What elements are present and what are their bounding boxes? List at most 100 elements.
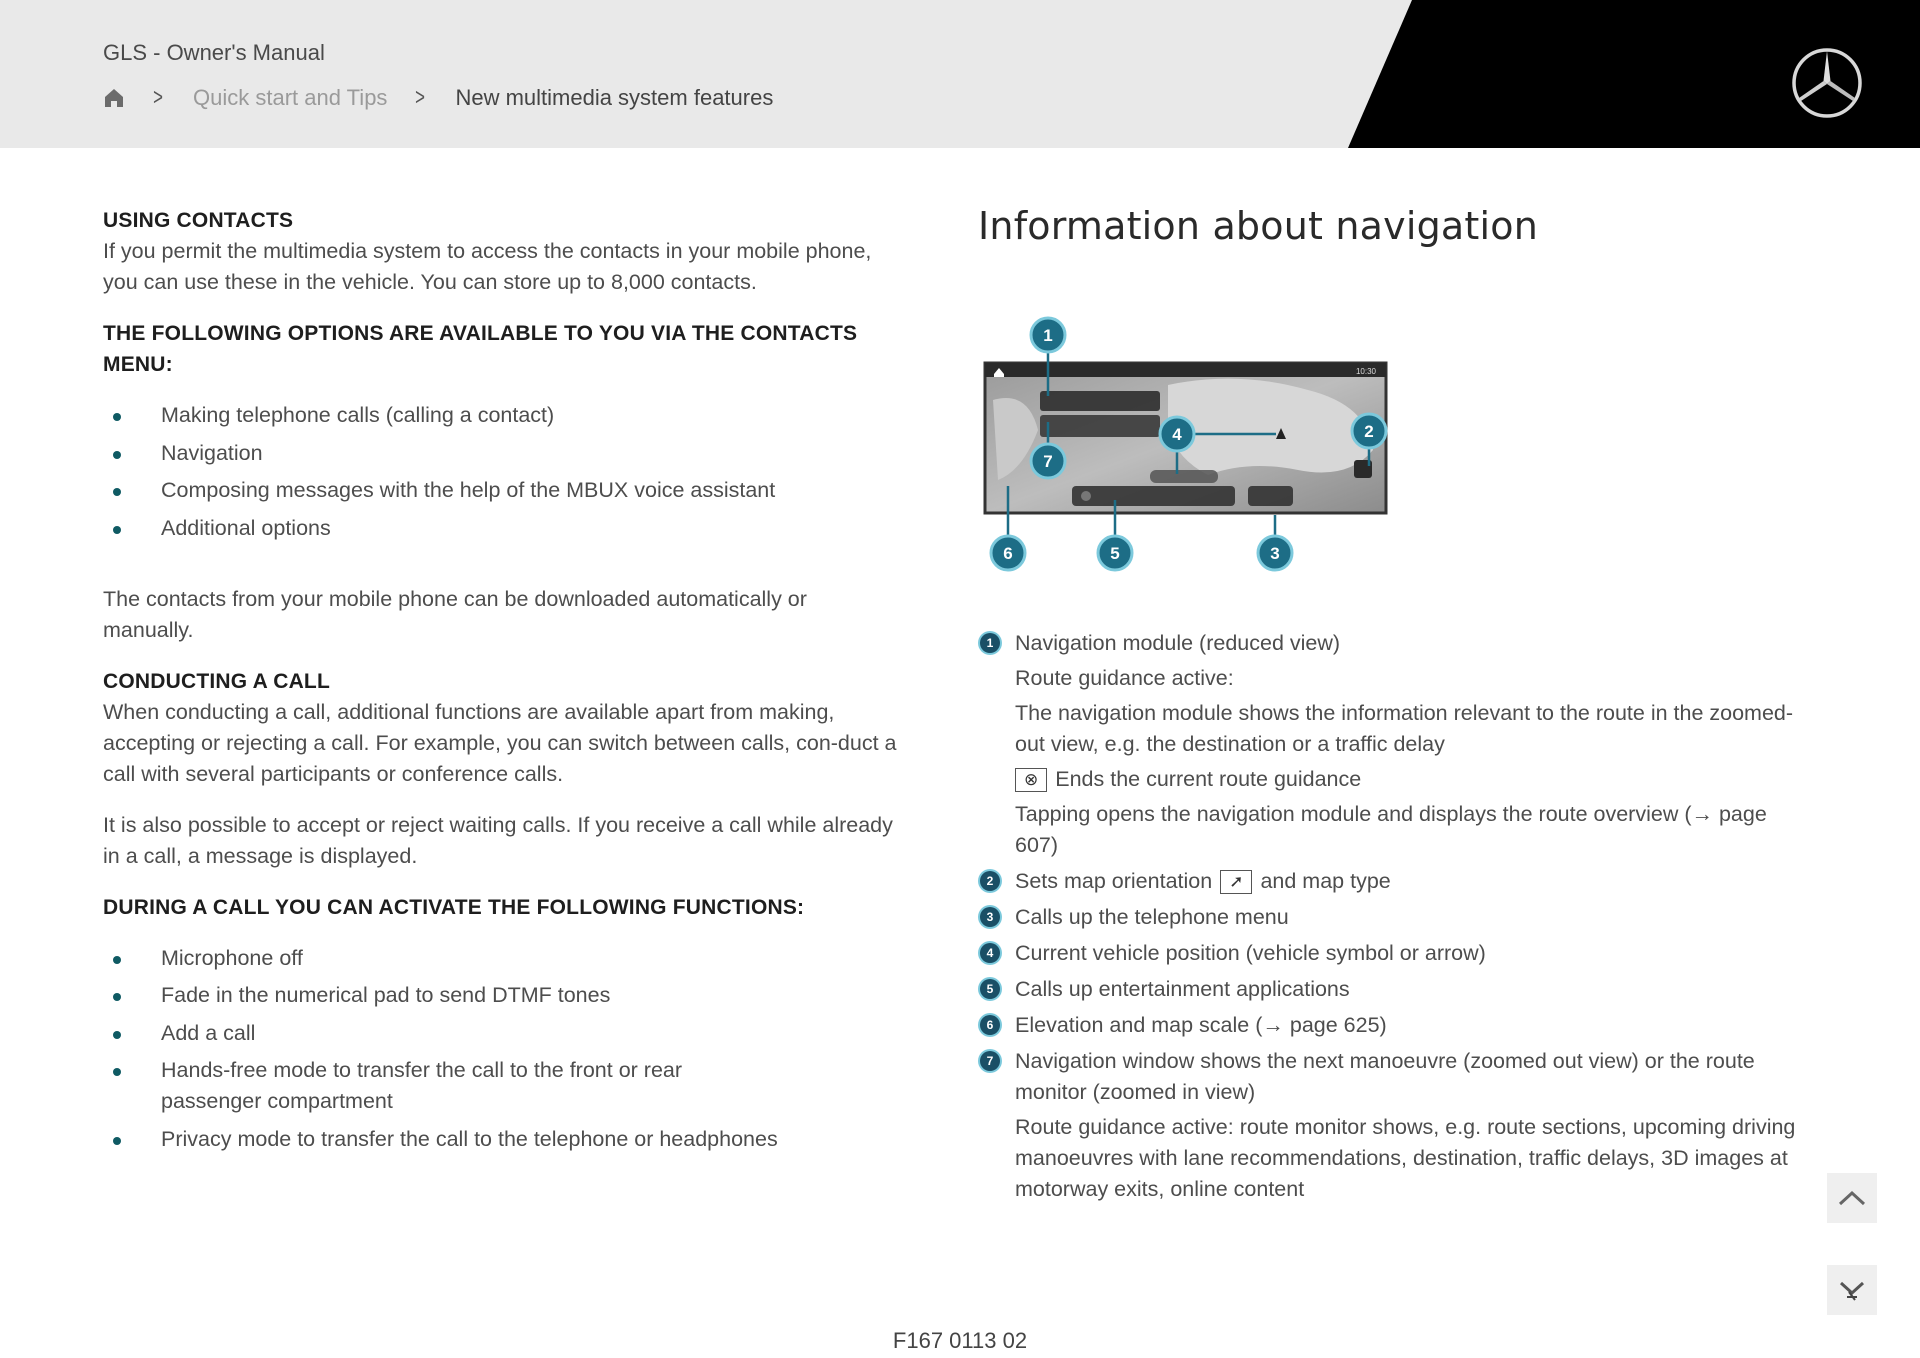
legend-item-3: 3 Calls up the telephone menu <box>978 902 1798 933</box>
callout-badge-4: 4 <box>980 943 1000 963</box>
mercedes-star-logo[interactable] <box>1790 46 1864 120</box>
legend-text: Ends the current route guidance <box>1055 767 1362 791</box>
list-item-text: Navigation <box>161 440 263 465</box>
status-bar <box>985 363 1386 377</box>
options-heading-line2: MENU: <box>103 353 173 376</box>
callout-badge-2: 2 <box>980 871 1000 891</box>
list-item-text: Making telephone calls (calling a contac… <box>161 403 555 427</box>
figure-code: F167 0113 02 <box>892 1328 1028 1353</box>
legend-item-2: 2 Sets map orientation ➚ and map type <box>978 866 1798 897</box>
legend-sub: Route guidance active: route monitor sho… <box>1015 1115 1796 1201</box>
list-item: Microphone off <box>103 943 903 974</box>
during-call-heading: DURING A CALL YOU CAN ACTIVATE THE FOLLO… <box>103 895 805 919</box>
callout-2: 2 <box>1350 412 1388 450</box>
compass-icon: ➚ <box>1220 870 1253 895</box>
legend-item-5: 5 Calls up entertainment applications <box>978 974 1798 1005</box>
nav-module-panel <box>1040 391 1160 411</box>
conducting-call-body: When conducting a call, additional funct… <box>103 699 897 786</box>
list-item-text: Add a call <box>161 1020 256 1045</box>
list-item-text: Privacy mode to transfer the call to the… <box>161 1126 778 1151</box>
callout-4: 4 <box>1158 415 1196 453</box>
bullet-icon <box>113 1030 121 1039</box>
legend-text: Navigation module (reduced view) <box>1015 631 1341 655</box>
callout-badge-3: 3 <box>980 907 1000 927</box>
svg-text:2: 2 <box>1364 422 1373 441</box>
list-item: Add a call <box>103 1018 903 1049</box>
breadcrumb-link-quick-start[interactable]: Quick start and Tips <box>193 85 387 111</box>
callout-badge-6: 6 <box>980 1015 1000 1035</box>
legend-sub: Tapping opens the navigation module and … <box>1015 802 1767 857</box>
bullet-icon <box>113 450 121 459</box>
navigation-screen-diagram: 10:30 1 2 3 4 5 6 7 <box>983 316 1388 572</box>
legend-sub-cancel: ⊗ Ends the current route guidance <box>978 764 1798 795</box>
bullet-icon <box>113 993 121 1001</box>
legend-text: Sets map orientation <box>1015 869 1213 893</box>
legend-item-1: 1 Navigation module (reduced view) <box>978 628 1798 659</box>
scroll-up-button[interactable] <box>1827 1173 1877 1223</box>
legend-text: Current vehicle position (vehicle symbol… <box>1015 941 1486 965</box>
legend-sub: Route guidance active: <box>1015 666 1234 690</box>
during-call-list: Microphone off Fade in the numerical pad… <box>103 943 903 1155</box>
bullet-icon <box>113 413 121 421</box>
bullet-icon <box>113 488 121 496</box>
svg-text:7: 7 <box>1043 452 1052 471</box>
svg-text:4: 4 <box>1172 425 1182 444</box>
scale-panel <box>1150 470 1218 483</box>
list-item-text: Composing messages with the help of the … <box>161 478 776 502</box>
status-time: 10:30 <box>1356 367 1377 376</box>
legend-item-6: 6 Elevation and map scale (→ page 625) <box>978 1010 1798 1041</box>
scroll-down-button[interactable] <box>1827 1265 1877 1315</box>
section-heading-conducting-call: CONDUCTING A CALL <box>103 669 330 693</box>
list-item-text: Fade in the numerical pad to send DTMF t… <box>161 983 611 1007</box>
callout-3: 3 <box>1256 534 1294 572</box>
page-title: Information about navigation <box>978 204 1538 248</box>
svg-text:3: 3 <box>1270 544 1279 563</box>
download-note: The contacts from your mobile phone can … <box>103 586 807 642</box>
list-item: Hands-free mode to transfer the call to … <box>103 1055 903 1117</box>
phone-panel <box>1248 486 1293 506</box>
svg-text:1: 1 <box>1043 326 1052 345</box>
contacts-options-list: Making telephone calls (calling a contac… <box>103 400 903 544</box>
options-heading: THE FOLLOWING OPTIONS ARE AVAILABLE TO Y… <box>103 318 903 380</box>
list-item: Privacy mode to transfer the call to the… <box>103 1124 903 1155</box>
left-column: USING CONTACTS If you permit the multime… <box>103 205 903 1161</box>
legend-text: Elevation and map scale (→ page 625) <box>1015 1013 1387 1037</box>
list-item-text: Additional options <box>161 515 331 540</box>
callout-badge-5: 5 <box>980 979 1000 999</box>
chevron-right-icon: > <box>153 84 163 111</box>
callout-5: 5 <box>1096 534 1134 572</box>
bullet-icon <box>113 955 121 964</box>
legend-text: Calls up entertainment applications <box>1015 977 1350 1001</box>
manoeuvre-panel <box>1040 415 1160 437</box>
bullet-icon <box>113 1068 121 1076</box>
list-item: Fade in the numerical pad to send DTMF t… <box>103 980 903 1011</box>
legend-item-4: 4 Current vehicle position (vehicle symb… <box>978 938 1798 969</box>
using-contacts-body: If you permit the multimedia system to a… <box>103 239 872 294</box>
legend-item-7: 7 Navigation window shows the next manoe… <box>978 1046 1798 1108</box>
callout-1: 1 <box>1029 316 1067 354</box>
media-icon <box>1081 491 1091 501</box>
list-item: Navigation <box>103 438 903 469</box>
callout-7: 7 <box>1029 442 1067 480</box>
list-item: Composing messages with the help of the … <box>103 475 903 506</box>
callout-6: 6 <box>989 534 1027 572</box>
legend-text: Calls up the telephone menu <box>1015 905 1289 929</box>
chevron-down-icon <box>1839 1281 1865 1301</box>
home-icon[interactable] <box>103 87 125 109</box>
list-item: Making telephone calls (calling a contac… <box>103 400 903 431</box>
svg-text:5: 5 <box>1110 544 1119 563</box>
legend-text: and map type <box>1260 869 1391 893</box>
list-item-text: Hands-free mode to transfer the call to … <box>161 1058 683 1113</box>
media-bar <box>1072 486 1235 506</box>
bullet-icon <box>113 1136 121 1145</box>
cancel-route-icon: ⊗ <box>1015 768 1048 793</box>
callout-badge-7: 7 <box>980 1051 1000 1071</box>
breadcrumb-current: New multimedia system features <box>455 85 774 110</box>
bullet-icon <box>113 525 121 534</box>
waiting-calls-body: It is also possible to accept or reject … <box>103 812 893 868</box>
legend-text: Navigation window shows the next manoeuv… <box>1015 1049 1755 1104</box>
chevron-right-icon: > <box>415 84 426 111</box>
chevron-up-icon <box>1838 1190 1866 1206</box>
diagram-legend: 1 Navigation module (reduced view) Route… <box>978 628 1798 1205</box>
list-item: Additional options <box>103 513 903 544</box>
